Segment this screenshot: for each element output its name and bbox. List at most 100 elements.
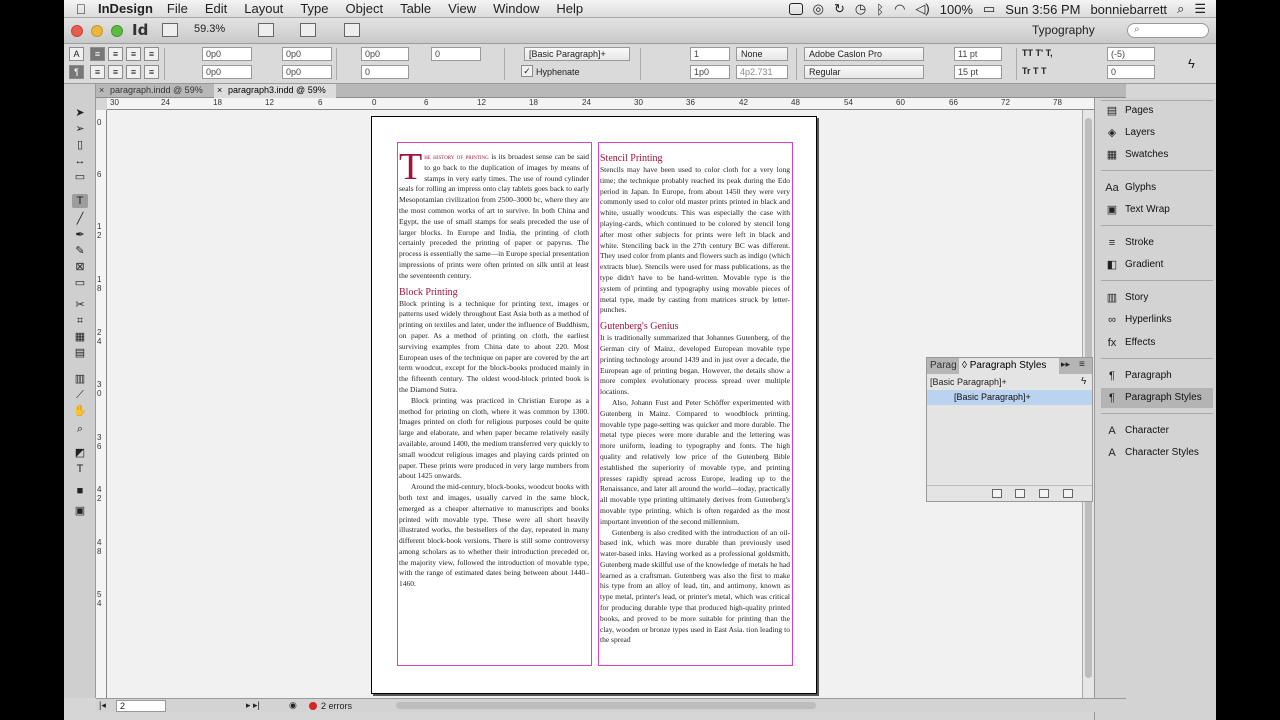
justify-right-button[interactable]: ≡ (126, 65, 141, 79)
menu-help[interactable]: Help (556, 1, 583, 16)
clock[interactable]: Sun 3:56 PM (1005, 2, 1080, 17)
dock-item-paragraph-styles[interactable]: ¶ Paragraph Styles (1101, 388, 1213, 408)
selection-tool-icon[interactable]: ➤ (72, 106, 88, 120)
zoom-tool-icon[interactable]: ⌕ (72, 422, 88, 436)
zoom-level[interactable]: 59.3% (194, 23, 225, 35)
collapse-panel-icon[interactable]: ▸▸ (1061, 359, 1070, 370)
bridge-icon[interactable] (162, 23, 178, 37)
leading-field[interactable]: 15 pt (954, 65, 1002, 79)
last-line-indent-field[interactable]: 0p0 (282, 65, 332, 79)
gradient-swatch-tool-icon[interactable]: ▦ (72, 330, 88, 344)
vertical-ruler[interactable]: 0 6 1 2 1 8 2 4 3 0 3 6 4 2 4 8 5 4 (96, 110, 107, 698)
page-tool-icon[interactable]: ▯ (72, 138, 88, 152)
tab-paragraph-indd[interactable]: × paragraph.indd @ 59% (96, 84, 214, 98)
screen-mode-tool-icon[interactable]: ▣ (72, 504, 88, 518)
free-transform-tool-icon[interactable]: ⌗ (72, 314, 88, 328)
all-caps-icon[interactable]: TT T' T, (1022, 48, 1053, 58)
dock-item-glyphs[interactable]: Aa Glyphs (1101, 178, 1213, 198)
drop-cap-lines-field[interactable]: 1 (690, 47, 730, 61)
menu-view[interactable]: View (448, 1, 476, 16)
arrange-documents-icon[interactable] (344, 23, 360, 37)
first-page-icon[interactable]: |◂ (99, 700, 106, 711)
spotlight-icon[interactable]: ⌕ (1177, 1, 1184, 17)
baseline-shift-field[interactable]: 0 (431, 47, 481, 61)
wifi-icon[interactable]: ◠ (894, 1, 905, 17)
dock-item-character-styles[interactable]: A Character Styles (1101, 443, 1213, 463)
preflight-errors[interactable]: 2 errors (321, 700, 352, 712)
tab-paragraph3-indd[interactable]: × paragraph3.indd @ 59% (214, 84, 336, 98)
pen-tool-icon[interactable]: ✒ (72, 228, 88, 242)
screen-mode-icon[interactable] (300, 23, 316, 37)
direct-selection-tool-icon[interactable]: ➢ (72, 122, 88, 136)
document-page[interactable]: T he history of printing is its broadest… (371, 116, 817, 694)
align-right-button[interactable]: ≡ (126, 47, 141, 61)
text-frame-left-column[interactable]: T he history of printing is its broadest… (397, 142, 592, 666)
align-center-button[interactable]: ≡ (108, 47, 123, 61)
justify-left-button[interactable]: ≡ (90, 65, 105, 79)
space-before-field[interactable]: 0p0 (361, 47, 409, 61)
menu-layout[interactable]: Layout (244, 1, 283, 16)
dock-item-stroke[interactable]: ≡ Stroke (1101, 233, 1213, 253)
panel-menu-icon[interactable]: ≡ (1079, 359, 1085, 370)
view-options-icon[interactable] (258, 23, 274, 37)
story-left[interactable]: T he history of printing is its broadest… (398, 143, 591, 590)
tab-paragraph[interactable]: Parag (927, 358, 960, 374)
preflight-icon[interactable]: ◉ (289, 700, 297, 711)
baseline-grid-field[interactable]: 4p2.731 (736, 65, 788, 79)
align-towards-spine-button[interactable]: ≡ (144, 47, 159, 61)
content-collector-icon[interactable]: ▭ (72, 170, 88, 184)
new-style-icon[interactable] (1039, 489, 1049, 498)
note-tool-icon[interactable]: ▥ (72, 372, 88, 386)
clear-overrides-icon[interactable] (1015, 489, 1025, 498)
font-family-dropdown[interactable]: Adobe Caslon Pro (804, 47, 924, 61)
first-line-indent-field[interactable]: 0p0 (202, 65, 252, 79)
dock-item-text-wrap[interactable]: ▣ Text Wrap (1101, 200, 1213, 220)
text-frame-right-column[interactable]: Stencil Printing Stencils may have been … (598, 142, 793, 666)
tab-paragraph-styles[interactable]: ◊ Paragraph Styles (959, 358, 1059, 374)
menu-table[interactable]: Table (400, 1, 431, 16)
page-number-field[interactable]: 2 (116, 700, 166, 712)
time-machine-icon[interactable]: ◷ (855, 1, 866, 17)
menu-type[interactable]: Type (300, 1, 328, 16)
menu-window[interactable]: Window (493, 1, 539, 16)
delete-style-icon[interactable] (1063, 489, 1073, 498)
gradient-feather-tool-icon[interactable]: ▤ (72, 346, 88, 360)
pencil-tool-icon[interactable]: ✎ (72, 244, 88, 258)
style-row-basic-paragraph[interactable]: [Basic Paragraph]+ (927, 390, 1092, 405)
font-style-dropdown[interactable]: Regular (804, 65, 924, 79)
drop-cap-chars-field[interactable]: 1p0 (690, 65, 730, 79)
notification-icon[interactable]: ☰ (1194, 1, 1206, 17)
tracking-field[interactable]: (-5) (1107, 47, 1155, 61)
left-indent-field[interactable]: 0p0 (202, 47, 252, 61)
app-menu[interactable]: InDesign (98, 1, 153, 16)
minimize-window-button[interactable] (91, 25, 103, 37)
kerning-field[interactable]: 0 (1107, 65, 1155, 79)
paragraph-mode-icon[interactable]: ¶ (69, 65, 84, 79)
line-tool-icon[interactable]: ╱ (72, 212, 88, 226)
lightning-icon[interactable]: ϟ (1081, 376, 1086, 387)
eyedropper-tool-icon[interactable]: ⟋ (72, 388, 88, 402)
dock-item-character[interactable]: A Character (1101, 421, 1213, 441)
hand-tool-icon[interactable]: ✋ (72, 404, 88, 418)
workspace-switcher[interactable]: Typography (1032, 23, 1095, 37)
scissors-tool-icon[interactable]: ✂ (72, 298, 88, 312)
help-search-input[interactable]: ⌕ (1127, 23, 1209, 38)
dock-item-hyperlinks[interactable]: ∞ Hyperlinks (1101, 310, 1213, 330)
type-tool-icon[interactable]: T (72, 194, 88, 208)
menu-object[interactable]: Object (346, 1, 384, 16)
horizontal-scrollbar[interactable] (396, 702, 816, 709)
dock-item-pages[interactable]: ▤ Pages (1101, 101, 1213, 121)
character-mode-icon[interactable]: A (69, 47, 84, 61)
align-to-grid-dropdown[interactable]: None (736, 47, 788, 61)
font-size-field[interactable]: 11 pt (954, 47, 1002, 61)
volume-icon[interactable]: ◁) (915, 1, 929, 17)
close-tab-icon[interactable]: × (217, 84, 222, 97)
rectangle-frame-tool-icon[interactable]: ⊠ (72, 260, 88, 274)
sync-icon[interactable]: ↻ (834, 1, 845, 17)
apply-color-icon[interactable]: ■ (72, 484, 88, 498)
next-page-icon[interactable]: ▸ ▸| (246, 700, 260, 711)
dock-item-paragraph[interactable]: ¶ Paragraph (1101, 366, 1213, 386)
dock-item-layers[interactable]: ◈ Layers (1101, 123, 1213, 143)
rectangle-tool-icon[interactable]: ▭ (72, 276, 88, 290)
justify-center-button[interactable]: ≡ (108, 65, 123, 79)
